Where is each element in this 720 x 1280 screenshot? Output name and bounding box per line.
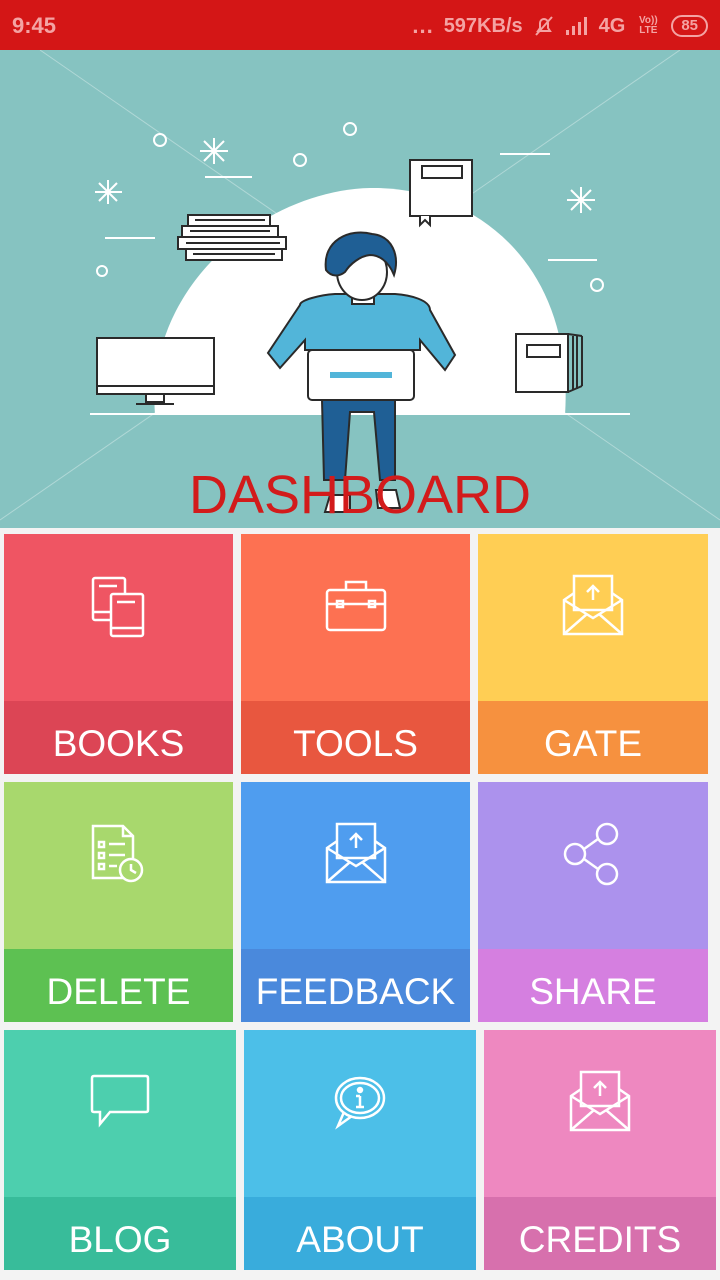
delete-tile[interactable]: DELETE <box>4 782 233 1022</box>
tools-label: TOOLS <box>293 723 418 764</box>
books-icon <box>91 576 144 638</box>
credits-label: CREDITS <box>518 1219 682 1260</box>
blog-label: BLOG <box>68 1219 172 1260</box>
hero-illustration <box>0 50 720 521</box>
briefcase-icon <box>325 580 386 632</box>
blog-tile[interactable]: BLOG <box>4 1030 236 1270</box>
document-timer-icon <box>91 824 143 883</box>
feedback-tile[interactable]: FEEDBACK <box>241 782 470 1022</box>
chat-bubble-icon <box>90 1074 150 1128</box>
books-label: BOOKS <box>52 723 185 764</box>
feedback-label: FEEDBACK <box>255 971 456 1012</box>
status-time: 9:45 <box>12 13 57 38</box>
share-tile[interactable]: SHARE <box>478 782 708 1022</box>
status-bar: 9:45 ... 597KB/s 4G Vo)) LTE 85 <box>0 0 720 50</box>
gate-label: GATE <box>544 723 642 764</box>
share-icon <box>563 822 619 886</box>
network-speed: 597KB/s <box>443 14 523 37</box>
network-type: 4G <box>598 14 626 37</box>
info-bubble-icon <box>334 1076 386 1130</box>
gate-tile[interactable]: GATE <box>478 534 708 774</box>
battery-level: 85 <box>671 15 708 37</box>
signal-icon <box>565 17 587 35</box>
muted-bell-icon <box>534 16 553 36</box>
volte-badge: Vo)) LTE <box>638 15 658 36</box>
about-label: ABOUT <box>296 1219 424 1260</box>
mail-upload-icon <box>562 574 624 636</box>
tools-tile[interactable]: TOOLS <box>241 534 470 774</box>
dashboard-hero: DASHBOARD <box>0 50 720 528</box>
books-tile[interactable]: BOOKS <box>4 534 233 774</box>
status-indicators: ... 597KB/s 4G Vo)) LTE 85 <box>412 13 708 39</box>
status-dots: ... <box>412 13 434 38</box>
share-label: SHARE <box>529 971 657 1012</box>
dashboard-title: DASHBOARD <box>188 465 532 525</box>
mail-upload-icon <box>325 822 386 884</box>
about-tile[interactable]: ABOUT <box>244 1030 476 1270</box>
mail-upload-icon <box>569 1070 631 1132</box>
delete-label: DELETE <box>46 971 191 1012</box>
credits-tile[interactable]: CREDITS <box>484 1030 716 1270</box>
